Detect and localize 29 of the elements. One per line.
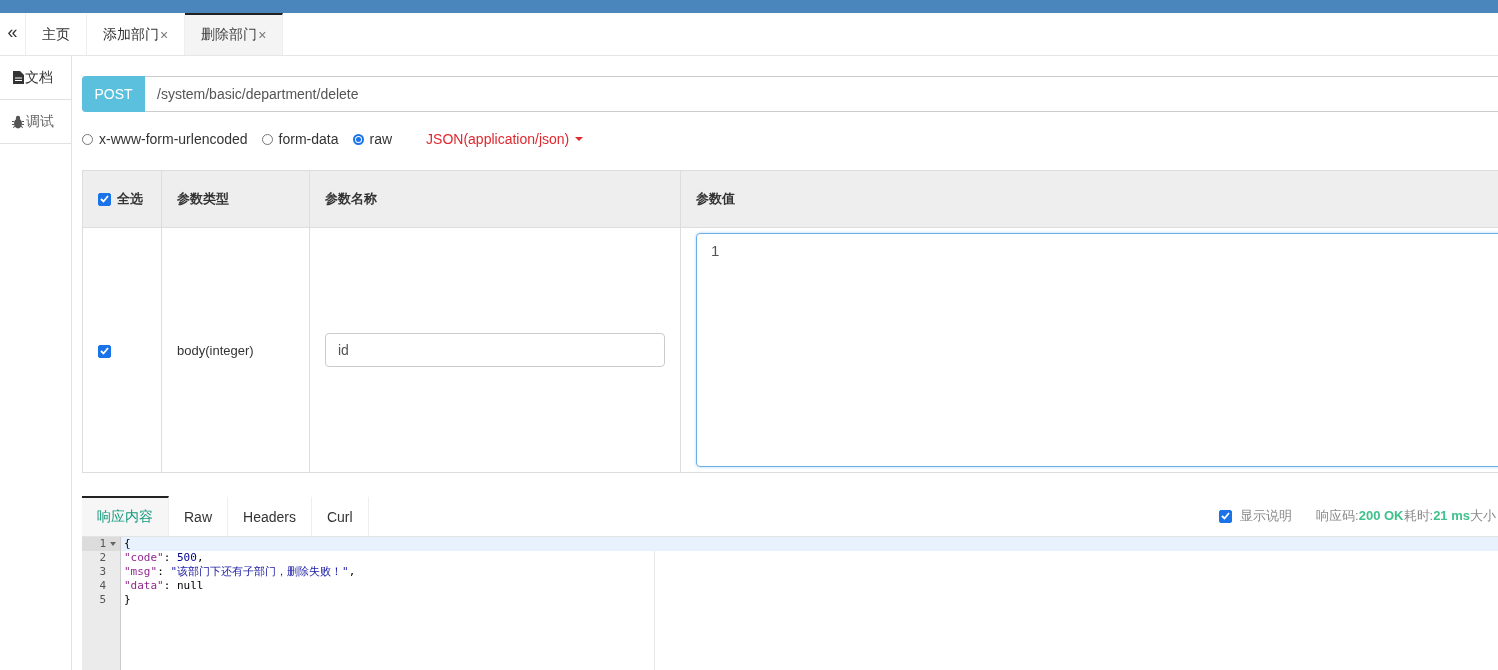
- line-number: 4: [98, 579, 107, 593]
- row-checkbox[interactable]: [98, 344, 111, 358]
- radio-label: raw: [369, 131, 393, 147]
- response-status: 响应码:200 OK耗时:21 ms大小: [1316, 507, 1496, 525]
- line-number: 1: [82, 537, 120, 551]
- document-icon: [12, 71, 24, 84]
- radio-label: x-www-form-urlencoded: [99, 131, 248, 147]
- line-number: 2: [98, 551, 107, 565]
- value-textarea[interactable]: 1: [696, 233, 1498, 467]
- radio-button[interactable]: [352, 133, 364, 145]
- code-line: "code": 500,: [123, 551, 205, 565]
- select-all-checkbox[interactable]: [98, 192, 111, 206]
- checkbox[interactable]: [1219, 509, 1233, 523]
- input-field[interactable]: id: [325, 333, 665, 367]
- column-header: 参数值: [696, 191, 735, 206]
- bug-icon: [11, 114, 25, 129]
- radio-label: form-data: [278, 131, 339, 147]
- line-number: 3: [98, 565, 107, 579]
- table-cell: body(integer): [177, 342, 254, 358]
- column-header: 参数名称: [325, 191, 377, 206]
- content-type-dropdown[interactable]: JSON(application/json): [426, 131, 584, 147]
- code-line: "msg": "该部门下还有子部门，删除失败！",: [123, 565, 357, 579]
- checkbox-label: 显示说明: [1240, 507, 1293, 525]
- line-number: 5: [98, 593, 107, 607]
- code-line: }: [123, 593, 132, 607]
- column-header: 全选: [117, 190, 143, 208]
- column-header: 参数类型: [177, 191, 229, 206]
- code-line: "data": null: [123, 579, 205, 593]
- page-tab[interactable]: 删除部门×: [185, 13, 284, 55]
